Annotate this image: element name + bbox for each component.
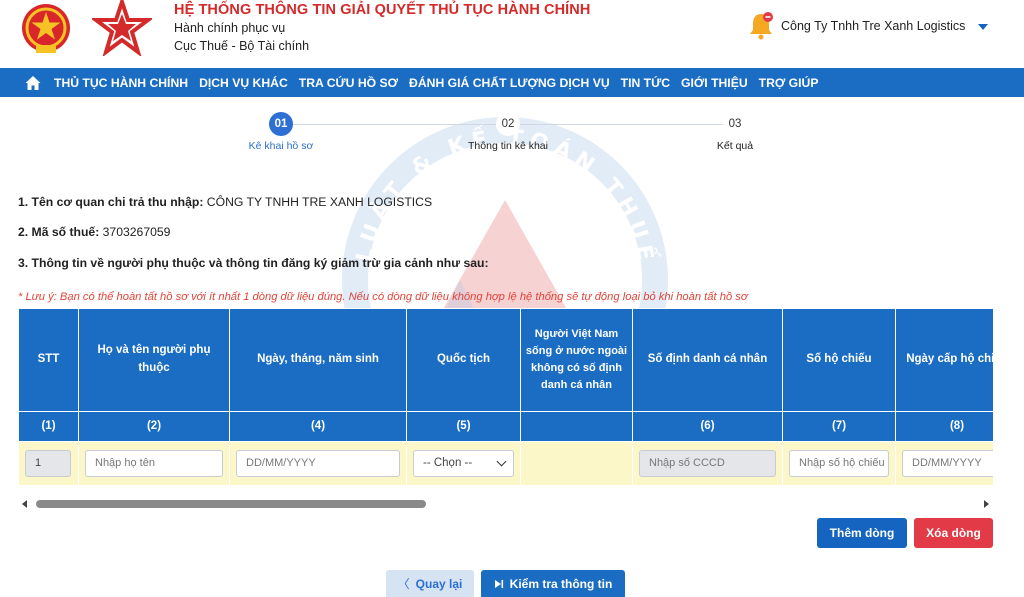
dependents-table: STT Họ và tên người phụ thuộc Ngày, thán… — [18, 308, 993, 486]
nav-item-help[interactable]: TRỢ GIÚP — [759, 76, 819, 90]
step-3-number[interactable]: 03 — [723, 112, 747, 136]
stt-field: 1 — [25, 450, 71, 477]
column-number: (7) — [782, 411, 896, 442]
chevron-left-icon: 〈 — [397, 577, 410, 591]
back-button[interactable]: 〈 Quay lại — [386, 570, 474, 597]
page: HỆ THỐNG THÔNG TIN GIẢI QUYẾT THỦ TỤC HÀ… — [0, 0, 1024, 597]
tax-code-label: 2. Mã số thuế: — [18, 225, 100, 239]
step-2-label: Thông tin kê khai — [468, 140, 548, 152]
tax-department-logo — [92, 0, 152, 56]
nationality-select-value: -- Chọn -- — [423, 457, 473, 469]
column-number — [520, 411, 633, 442]
nav-item-about[interactable]: GIỚI THIỆU — [681, 76, 748, 90]
column-header-overseas-vietnamese: Người Việt Nam sống ở nước ngoài không c… — [520, 308, 633, 412]
system-subtitle-department: Cục Thuế - Bộ Tài chính — [174, 39, 310, 53]
column-header-nationality: Quốc tịch — [406, 308, 521, 412]
caret-down-icon[interactable] — [978, 24, 988, 30]
tax-code-line: 2. Mã số thuế: 3703267059 — [18, 225, 170, 239]
back-button-label: Quay lại — [415, 577, 463, 591]
system-subtitle-service: Hành chính phục vụ — [174, 21, 286, 35]
table-row: 1 Nhập họ tên DD/MM/YYYY -- Chọn -- Nhập… — [18, 441, 993, 486]
delete-row-button[interactable]: Xóa dòng — [914, 518, 993, 548]
table-horizontal-scrollbar[interactable] — [18, 496, 993, 512]
column-number: (4) — [229, 411, 407, 442]
step-3-label: Kết quả — [716, 140, 754, 152]
step-2-number[interactable]: 02 — [496, 112, 520, 136]
stepper-connector — [293, 124, 496, 125]
tax-code-value: 3703267059 — [102, 225, 171, 239]
national-emblem-icon — [22, 4, 70, 53]
column-header-personal-id: Số định danh cá nhân — [632, 308, 783, 412]
scrollbar-thumb[interactable] — [36, 500, 426, 508]
passport-issue-date-input[interactable]: DD/MM/YYYY — [902, 450, 993, 477]
nationality-select[interactable]: -- Chọn -- — [413, 450, 514, 477]
header: HỆ THỐNG THÔNG TIN GIẢI QUYẾT THỦ TỤC HÀ… — [0, 0, 1024, 68]
scroll-left-icon[interactable] — [22, 500, 27, 508]
column-number: (5) — [406, 411, 521, 442]
chevron-down-icon — [496, 456, 507, 467]
scroll-right-icon[interactable] — [984, 500, 989, 508]
home-icon[interactable] — [24, 74, 42, 92]
payer-name-line: 1. Tên cơ quan chi trả thu nhập: CÔNG TY… — [18, 195, 432, 209]
column-header-passport-issue-date: Ngày cấp hộ chiếu — [895, 308, 993, 412]
column-number: (1) — [18, 411, 79, 442]
payer-name-value: CÔNG TY TNHH TRE XANH LOGISTICS — [206, 195, 433, 209]
step-1-number[interactable]: 01 — [269, 112, 293, 136]
system-title: HỆ THỐNG THÔNG TIN GIẢI QUYẾT THỦ TỤC HÀ… — [174, 2, 591, 18]
nav-item-news[interactable]: TIN TỨC — [621, 76, 670, 90]
column-number: (6) — [632, 411, 783, 442]
account-company-name[interactable]: Công Ty Tnhh Tre Xanh Logistics — [781, 19, 965, 33]
nav-item-administrative-procedures[interactable]: THỦ TỤC HÀNH CHÍNH — [54, 76, 188, 90]
passport-number-input[interactable]: Nhập số hộ chiếu — [789, 450, 889, 477]
bell-icon[interactable] — [748, 10, 774, 40]
column-header-passport-number: Số hộ chiếu — [782, 308, 896, 412]
column-number: (8) — [895, 411, 993, 442]
skip-next-icon — [494, 579, 503, 588]
add-row-button[interactable]: Thêm dòng — [817, 518, 907, 548]
column-number: (2) — [78, 411, 230, 442]
dependents-table-container[interactable]: STT Họ và tên người phụ thuộc Ngày, thán… — [18, 308, 993, 486]
nav-item-service-quality[interactable]: ĐÁNH GIÁ CHẤT LƯỢNG DỊCH VỤ — [409, 76, 610, 90]
nav-item-other-services[interactable]: DỊCH VỤ KHÁC — [199, 76, 288, 90]
dependent-name-input[interactable]: Nhập họ tên — [85, 450, 223, 477]
payer-name-label: 1. Tên cơ quan chi trả thu nhập: — [18, 195, 204, 209]
main-nav: THỦ TỤC HÀNH CHÍNH DỊCH VỤ KHÁC TRA CỨU … — [0, 68, 1024, 97]
column-header-dependent-name: Họ và tên người phụ thuộc — [78, 308, 230, 412]
check-info-button-label: Kiểm tra thông tin — [509, 577, 613, 591]
note-text: * Lưu ý: Bạn có thể hoàn tất hồ sơ với í… — [18, 291, 748, 303]
date-of-birth-input[interactable]: DD/MM/YYYY — [236, 450, 400, 477]
column-header-stt: STT — [18, 308, 79, 412]
nav-item-lookup-records[interactable]: TRA CỨU HỒ SƠ — [299, 76, 398, 90]
check-info-button[interactable]: Kiểm tra thông tin — [481, 570, 625, 597]
column-header-date-of-birth: Ngày, tháng, năm sinh — [229, 308, 407, 412]
dependents-section-title: 3. Thông tin về người phụ thuộc và thông… — [18, 256, 489, 270]
step-1-label: Kê khai hồ sơ — [248, 140, 314, 152]
personal-id-input[interactable]: Nhập số CCCD — [639, 450, 776, 477]
stepper-connector — [520, 124, 723, 125]
